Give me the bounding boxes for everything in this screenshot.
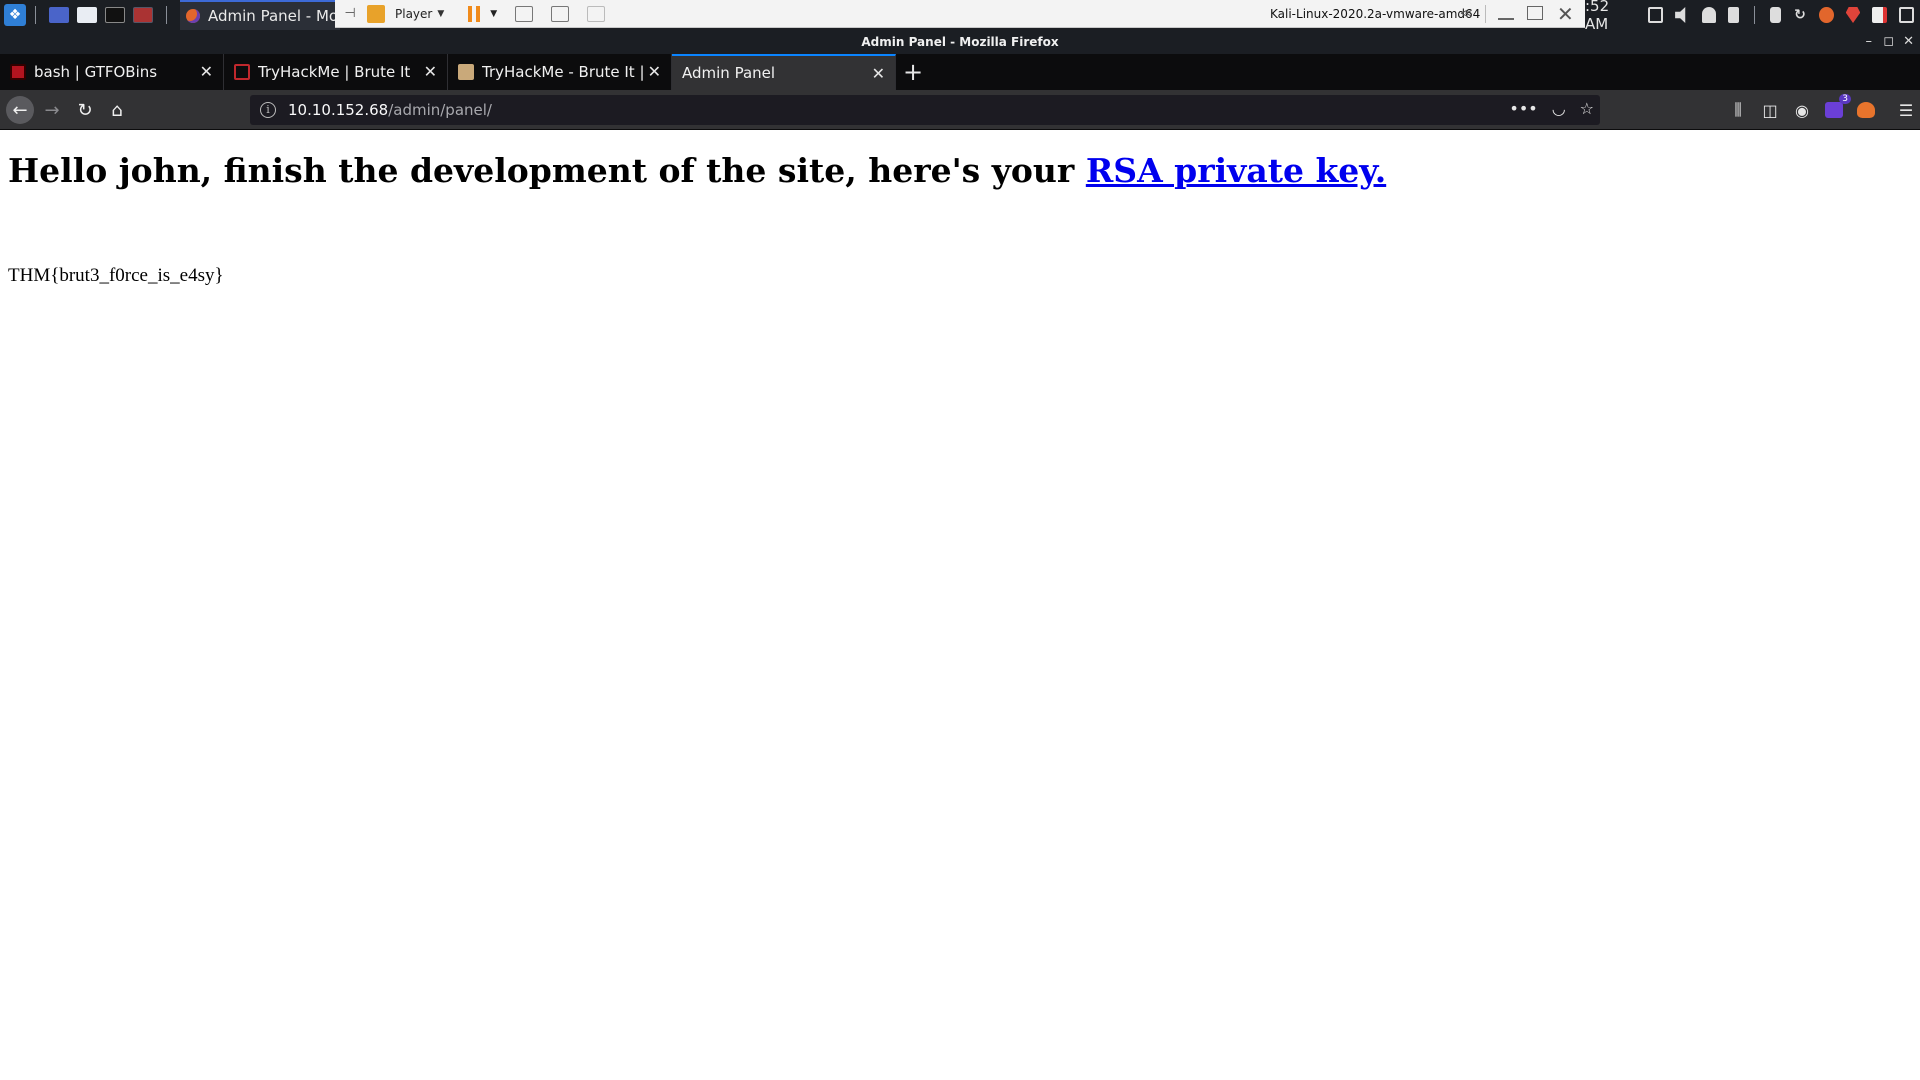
refresh-icon[interactable]: ↻ bbox=[1793, 7, 1808, 23]
reload-icon: ↻ bbox=[77, 99, 93, 121]
extension-icon[interactable]: 3 bbox=[1824, 94, 1851, 120]
file-manager-icon[interactable] bbox=[77, 7, 97, 23]
display-icon[interactable] bbox=[1648, 7, 1664, 23]
firefox-icon[interactable] bbox=[1819, 7, 1834, 23]
window-minimize-icon[interactable]: – bbox=[1866, 30, 1873, 54]
volume-icon[interactable] bbox=[1675, 7, 1686, 23]
home-button[interactable]: ⌂ bbox=[103, 96, 131, 124]
hamburger-menu-icon[interactable]: ☰ bbox=[1896, 100, 1916, 120]
rewind-icon[interactable]: ≪ bbox=[1460, 6, 1473, 20]
vmware-player-toolbar: ⊣ Player ▼ ▼ Kali-Linux-2020.2a-vmware-a… bbox=[335, 0, 1585, 28]
account-icon[interactable]: ◉ bbox=[1792, 100, 1812, 120]
taskbar-window-label: Admin Panel - Mozi bbox=[208, 7, 338, 25]
kali-menu-icon[interactable]: ❖ bbox=[4, 4, 26, 26]
tab-close-icon[interactable]: ✕ bbox=[424, 62, 437, 81]
reload-button[interactable]: ↻ bbox=[71, 96, 99, 124]
foxyproxy-icon[interactable] bbox=[1856, 100, 1876, 120]
system-taskbar: ❖ Admin Panel - Mozi ⊣ Player ▼ ▼ Kali-L… bbox=[0, 0, 1920, 33]
bookmark-star-icon[interactable]: ☆ bbox=[1580, 99, 1594, 118]
firefox-icon bbox=[186, 9, 200, 23]
lock-icon[interactable] bbox=[1769, 7, 1781, 23]
tab-title: TryHackMe - Brute It | qt bbox=[482, 63, 647, 81]
extension-badge-count: 3 bbox=[1839, 94, 1851, 104]
tab-title: Admin Panel bbox=[682, 64, 776, 82]
taskbar-window-firefox[interactable]: Admin Panel - Mozi bbox=[180, 0, 340, 30]
gtfobins-favicon-icon bbox=[10, 64, 26, 80]
pause-icon[interactable] bbox=[468, 5, 482, 22]
page-content: Hello john, finish the development of th… bbox=[0, 131, 1920, 1080]
taskbar-separator bbox=[35, 6, 36, 24]
tab-close-icon[interactable]: ✕ bbox=[648, 62, 661, 81]
restore-icon[interactable] bbox=[1527, 6, 1543, 20]
chevron-down-icon[interactable]: ▼ bbox=[437, 9, 444, 19]
tab-admin-panel[interactable]: Admin Panel ✕ bbox=[672, 54, 896, 90]
extension-badge: 3 bbox=[1825, 94, 1851, 118]
vmware-player-icon bbox=[367, 4, 385, 23]
unity-icon bbox=[587, 5, 606, 22]
player-menu[interactable]: Player bbox=[395, 7, 432, 21]
tab-close-icon[interactable]: ✕ bbox=[872, 64, 885, 83]
toolbar-right: ⫼ ◫ ◉ 3 ☰ bbox=[1716, 94, 1916, 120]
vm-host-name: Kali-Linux-2020.2a-vmware-amd64 bbox=[1270, 7, 1481, 21]
new-tab-button[interactable]: + bbox=[896, 54, 930, 90]
browser-launcher-icon[interactable] bbox=[133, 7, 153, 23]
page-heading: Hello john, finish the development of th… bbox=[8, 151, 1386, 190]
tab-tryhackme-brute-it[interactable]: TryHackMe | Brute It ✕ bbox=[224, 54, 448, 90]
url-host: 10.10.152.68 bbox=[288, 101, 389, 119]
fullscreen-icon[interactable] bbox=[551, 5, 570, 22]
brave-browser-icon[interactable] bbox=[1845, 7, 1861, 23]
url-path: /admin/panel/ bbox=[388, 101, 492, 119]
terminal-icon[interactable] bbox=[105, 7, 125, 23]
window-title: Admin Panel - Mozilla Firefox bbox=[861, 35, 1059, 49]
sidebar-icon[interactable]: ◫ bbox=[1760, 100, 1780, 120]
home-icon: ⌂ bbox=[111, 99, 123, 121]
url-bar[interactable]: i 10.10.152.68 /admin/panel/ ••• ◡ ☆ bbox=[250, 95, 1600, 125]
tab-title: TryHackMe | Brute It bbox=[258, 63, 411, 81]
library-icon[interactable]: ⫼ bbox=[1728, 100, 1748, 120]
tab-gtfobins[interactable]: bash | GTFOBins ✕ bbox=[0, 54, 224, 90]
tab-close-icon[interactable]: ✕ bbox=[200, 62, 213, 81]
window-titlebar: Admin Panel - Mozilla Firefox – ◻ ✕ bbox=[0, 30, 1920, 54]
chevron-down-icon[interactable]: ▼ bbox=[490, 9, 497, 19]
document-icon[interactable] bbox=[1872, 7, 1888, 23]
toolbar-separator bbox=[1485, 5, 1486, 23]
clock[interactable]: :52 AM bbox=[1585, 0, 1632, 33]
send-ctrl-alt-del-icon[interactable] bbox=[515, 5, 534, 22]
system-tray: :52 AM ↻ bbox=[1585, 0, 1920, 33]
flag-text: THM{brut3_f0rce_is_e4sy} bbox=[8, 265, 224, 286]
power-icon[interactable] bbox=[1728, 7, 1739, 23]
pin-icon[interactable]: ⊣ bbox=[341, 6, 359, 21]
notification-bell-icon[interactable] bbox=[1701, 7, 1717, 23]
back-button[interactable]: ← bbox=[6, 96, 34, 124]
clipboard-icon[interactable] bbox=[1899, 7, 1915, 23]
taskbar-separator bbox=[166, 6, 167, 24]
tryhackme-favicon-icon bbox=[234, 64, 250, 80]
page-favicon-icon bbox=[458, 64, 474, 80]
close-icon[interactable]: ✕ bbox=[1557, 2, 1574, 26]
tab-strip: bash | GTFOBins ✕ TryHackMe | Brute It ✕… bbox=[0, 54, 1920, 90]
plus-icon: + bbox=[902, 58, 924, 86]
heading-text: Hello john, finish the development of th… bbox=[8, 151, 1086, 190]
tab-tryhackme-brute-it-qt[interactable]: TryHackMe - Brute It | qt ✕ bbox=[448, 54, 672, 90]
site-info-icon[interactable]: i bbox=[260, 102, 276, 118]
tab-title: bash | GTFOBins bbox=[34, 63, 158, 81]
page-actions-icon[interactable]: ••• bbox=[1509, 99, 1537, 118]
navigation-toolbar: ← → ↻ ⌂ i 10.10.152.68 /admin/panel/ •••… bbox=[0, 90, 1920, 130]
minimize-icon[interactable] bbox=[1498, 18, 1514, 20]
show-desktop-icon[interactable] bbox=[49, 7, 69, 23]
forward-button[interactable]: → bbox=[38, 96, 66, 124]
arrow-right-icon: → bbox=[44, 99, 60, 121]
pocket-icon[interactable]: ◡ bbox=[1552, 99, 1566, 118]
window-close-icon[interactable]: ✕ bbox=[1903, 30, 1914, 54]
rsa-private-key-link[interactable]: RSA private key. bbox=[1086, 151, 1386, 190]
fox-extension-icon bbox=[1857, 102, 1875, 118]
window-maximize-icon[interactable]: ◻ bbox=[1883, 30, 1894, 54]
taskbar-separator bbox=[1753, 6, 1755, 24]
arrow-left-icon: ← bbox=[12, 99, 28, 121]
